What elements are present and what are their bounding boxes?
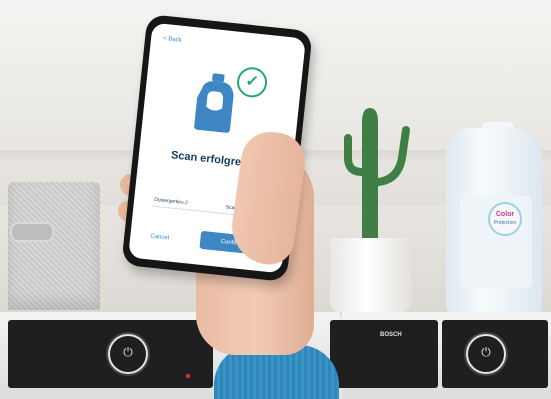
program-dial-left[interactable]: ⏻: [108, 334, 148, 374]
photo-scene: Color Protection ⏻ BOSCH ⏻ < Back ✓ Scan…: [0, 0, 551, 399]
control-panel-left: ⏻: [8, 320, 213, 388]
checkmark-circle-icon: ✓: [235, 65, 269, 99]
laundry-basket: [8, 182, 100, 310]
plant-pot: [330, 238, 412, 312]
badge-line1: Color: [495, 211, 515, 218]
badge-line2: Protection: [493, 220, 517, 226]
cancel-button[interactable]: Cancel: [150, 234, 169, 242]
power-icon: ⏻: [123, 345, 133, 359]
program-dial-right[interactable]: ⏻: [466, 334, 506, 374]
control-panel-right: ⏻: [442, 320, 548, 388]
back-button[interactable]: < Back: [163, 36, 182, 44]
control-panel-right-display: BOSCH: [330, 320, 438, 388]
basket-handle: [10, 222, 54, 242]
brand-label: BOSCH: [380, 332, 402, 338]
color-protection-badge: Color Protection: [488, 202, 522, 236]
dosage-option[interactable]: Dosiergerties 2: [154, 197, 188, 206]
indicator-light: [186, 374, 190, 378]
cactus-plant: [344, 108, 410, 240]
power-icon: ⏻: [481, 345, 491, 359]
detergent-bottle-icon: [194, 73, 234, 133]
